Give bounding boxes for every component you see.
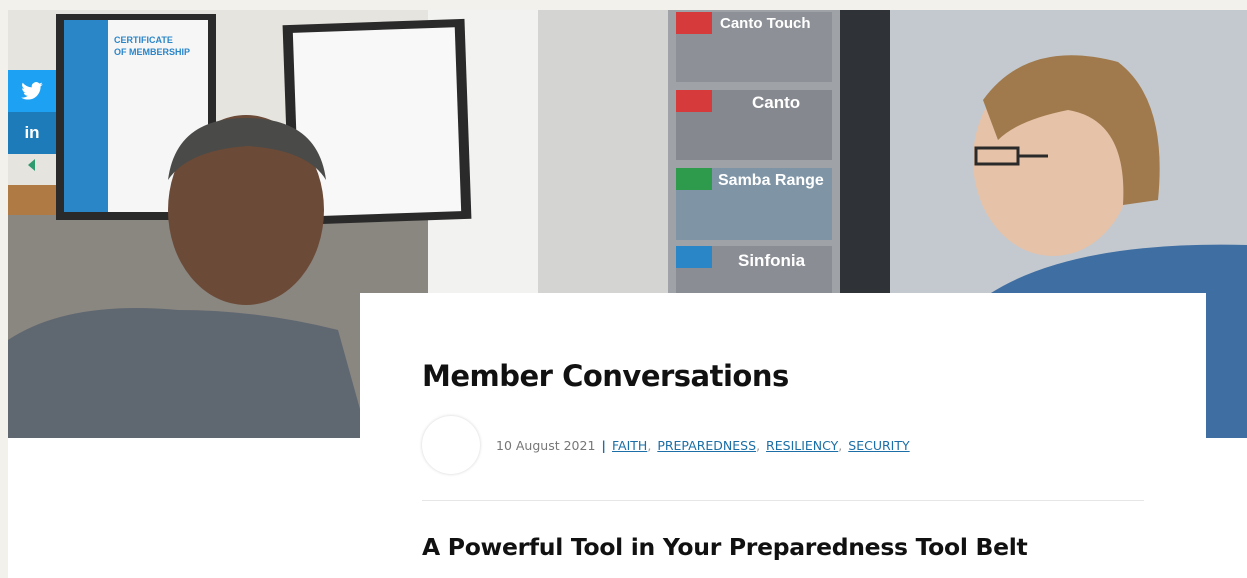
comma: , [838,437,843,453]
article-card: Member Conversations 10 August 2021 | FA… [360,293,1206,578]
social-share-bar: in [8,70,56,176]
twitter-icon [21,82,43,100]
brochure-label-2: Canto [752,93,800,112]
meta-separator: | [601,437,606,453]
certificate-line1: CERTIFICATE [114,35,173,45]
collapse-share-button[interactable] [8,154,56,176]
linkedin-share-button[interactable]: in [8,112,56,154]
article-date: 10 August 2021 [496,437,596,453]
article-title: Member Conversations [422,359,789,393]
comma: , [756,437,761,453]
certificate-line2: OF MEMBERSHIP [114,47,190,57]
meta-divider [422,500,1144,501]
category-link-security[interactable]: SECURITY [848,438,909,453]
brochure-label-1: Canto Touch [720,15,811,32]
category-link-resiliency[interactable]: RESILIENCY [766,438,838,453]
category-link-faith[interactable]: FAITH [612,438,647,453]
comma: , [647,437,652,453]
brochure-label-4: Sinfonia [738,251,806,270]
triangle-left-icon [28,159,35,171]
category-link-preparedness[interactable]: PREPAREDNESS [657,438,756,453]
brochure-label-3: Samba Range [718,172,824,189]
twitter-share-button[interactable] [8,70,56,112]
linkedin-icon: in [24,123,40,142]
page: CERTIFICATE OF MEMBERSHIP Canto Touch Ca… [8,10,1247,578]
article-meta: 10 August 2021 | FAITH, PREPAREDNESS, RE… [422,415,910,475]
author-avatar[interactable] [422,416,480,474]
article-subtitle: A Powerful Tool in Your Preparedness Too… [422,533,1028,561]
